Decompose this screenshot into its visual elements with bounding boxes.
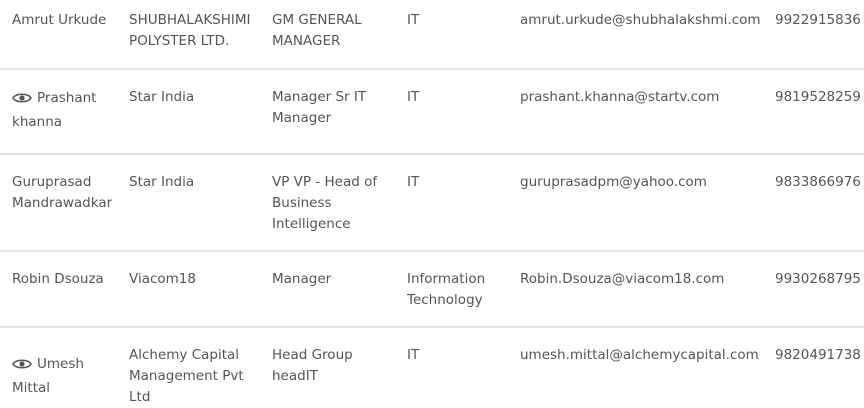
organization: SHUBHALAKSHIMI POLYSTER LTD. bbox=[129, 12, 251, 49]
contact-name-last: Mittal bbox=[12, 380, 51, 396]
department: IT bbox=[407, 174, 420, 190]
department: IT bbox=[407, 89, 420, 105]
phone-number: 9819528259 bbox=[775, 89, 861, 105]
contact-name: Guruprasad Mandrawadkar bbox=[12, 174, 113, 211]
job-title: GM GENERAL MANAGER bbox=[272, 12, 362, 49]
phone-number: 9820491738 bbox=[775, 347, 861, 363]
contacts-table: Amrut Urkude SHUBHALAKSHIMI POLYSTER LTD… bbox=[0, 0, 864, 407]
contact-name-last: khanna bbox=[12, 114, 63, 130]
contact-name: Umesh Mittal bbox=[12, 352, 124, 399]
contact-name-first: Prashant bbox=[37, 90, 97, 106]
job-title: Head Group headIT bbox=[272, 347, 353, 384]
table-row: Guruprasad Mandrawadkar Star India VP VP… bbox=[0, 155, 864, 252]
department: Information Technology bbox=[407, 271, 486, 308]
email-link[interactable]: umesh.mittal@alchemycapital.com bbox=[520, 345, 759, 366]
job-title: Manager Sr IT Manager bbox=[272, 89, 367, 126]
table-row: Umesh Mittal Alchemy Capital Management … bbox=[0, 328, 864, 407]
table-row: Robin Dsouza Viacom18 Manager Informatio… bbox=[0, 252, 864, 328]
organization: Star India bbox=[129, 174, 195, 190]
email-link[interactable]: prashant.khanna@startv.com bbox=[520, 87, 719, 108]
email-link[interactable]: Robin.Dsouza@viacom18.com bbox=[520, 269, 724, 290]
job-title: Manager bbox=[272, 271, 332, 287]
email-link[interactable]: guruprasadpm@yahoo.com bbox=[520, 172, 707, 193]
eye-icon[interactable] bbox=[12, 356, 32, 377]
table-row: Amrut Urkude SHUBHALAKSHIMI POLYSTER LTD… bbox=[0, 0, 864, 70]
eye-icon[interactable] bbox=[12, 90, 32, 111]
organization: Alchemy Capital Management Pvt Ltd bbox=[129, 347, 244, 405]
department: IT bbox=[407, 12, 420, 28]
contact-name: Prashant khanna bbox=[12, 86, 124, 133]
email-link[interactable]: amrut.urkude@shubhalakshmi.com bbox=[520, 10, 761, 31]
phone-number: 9833866976 bbox=[775, 174, 861, 190]
table-row: Prashant khanna Star India Manager Sr IT… bbox=[0, 70, 864, 155]
organization: Star India bbox=[129, 89, 195, 105]
contact-name-first: Umesh bbox=[37, 356, 84, 372]
contact-name: Amrut Urkude bbox=[12, 10, 124, 31]
contact-name: Robin Dsouza bbox=[12, 271, 104, 287]
phone-number: 9922915836 bbox=[775, 12, 861, 28]
department: IT bbox=[407, 347, 420, 363]
phone-number: 9930268795 bbox=[775, 271, 861, 287]
organization: Viacom18 bbox=[129, 271, 196, 287]
contact-name-text: Amrut Urkude bbox=[12, 12, 107, 28]
job-title: VP VP - Head of Business Intelligence bbox=[272, 174, 378, 232]
